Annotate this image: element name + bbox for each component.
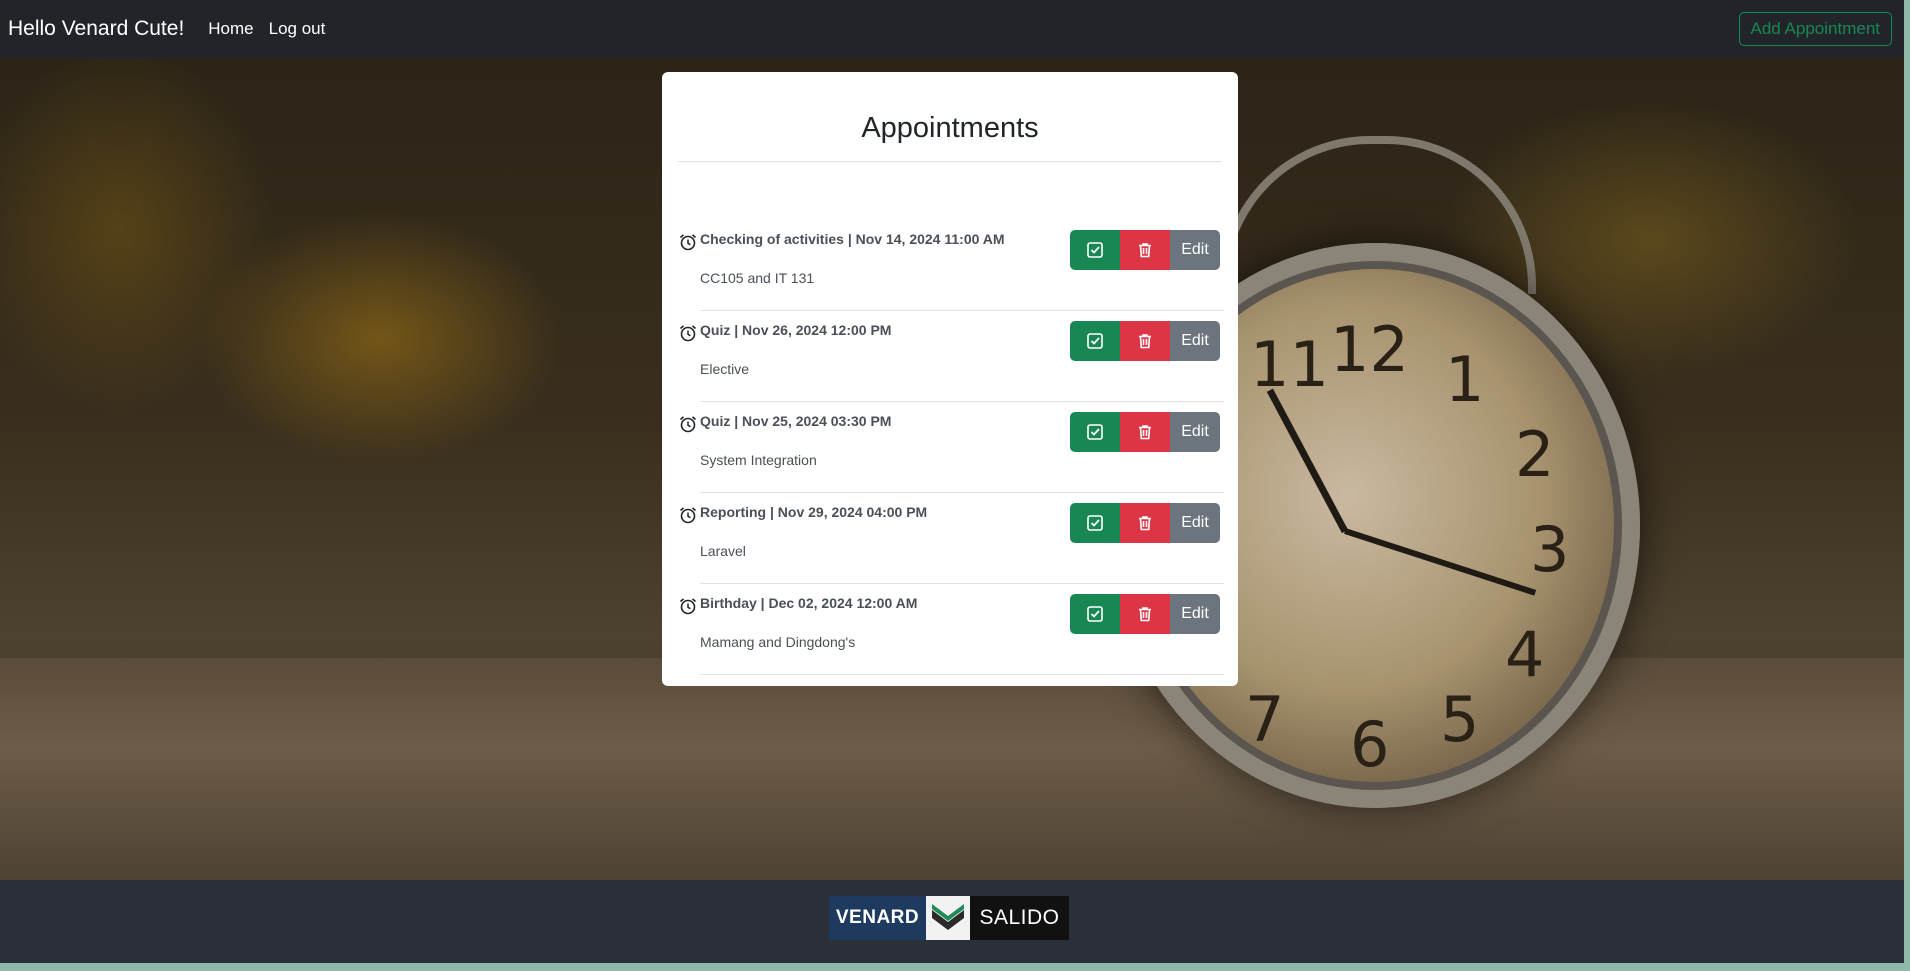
appointments-card: Appointments Checking of activities | No…: [662, 72, 1238, 686]
appointment-actions: Edit: [1070, 230, 1220, 270]
mark-done-button[interactable]: [1070, 503, 1120, 543]
item-divider: [700, 674, 1224, 675]
edit-button[interactable]: Edit: [1170, 503, 1220, 543]
appointment-heading: Reporting | Nov 29, 2024 04:00 PM: [700, 504, 928, 520]
nav-logout-link[interactable]: Log out: [269, 19, 326, 39]
delete-button[interactable]: [1120, 230, 1170, 270]
delete-button[interactable]: [1120, 321, 1170, 361]
appointment-heading: Checking of activities | Nov 14, 2024 11…: [700, 231, 1005, 247]
appointment-actions: Edit: [1070, 412, 1220, 452]
mark-done-button[interactable]: [1070, 321, 1120, 361]
page-title: Appointments: [861, 112, 1039, 144]
delete-button[interactable]: [1120, 594, 1170, 634]
appointment-description: Elective: [700, 361, 750, 377]
window-edge-bottom: [0, 963, 1910, 971]
appointment-actions: Edit: [1070, 321, 1220, 361]
appointment-description: CC105 and IT 131: [700, 270, 815, 286]
appointment-list: Checking of activities | Nov 14, 2024 11…: [678, 220, 1224, 675]
mark-done-button[interactable]: [1070, 594, 1120, 634]
appointment-heading: Quiz | Nov 26, 2024 12:00 PM: [700, 322, 892, 338]
chevron-logo: [926, 896, 970, 940]
alarm-clock-icon: [679, 234, 697, 251]
appointment-item: Quiz | Nov 26, 2024 12:00 PM Elective Ed…: [678, 311, 1224, 402]
appointment-item: Birthday | Dec 02, 2024 12:00 AM Mamang …: [678, 584, 1224, 675]
venard-logo: VENARD: [829, 896, 926, 940]
appointment-item: Checking of activities | Nov 14, 2024 11…: [678, 220, 1224, 311]
footer: VENARD SALIDO: [0, 880, 1904, 963]
trash-icon: [1139, 425, 1151, 440]
nav-home-link[interactable]: Home: [208, 19, 253, 39]
edit-button[interactable]: Edit: [1170, 321, 1220, 361]
edit-button[interactable]: Edit: [1170, 230, 1220, 270]
edit-button[interactable]: Edit: [1170, 412, 1220, 452]
appointment-item: Quiz | Nov 25, 2024 03:30 PM System Inte…: [678, 402, 1224, 493]
check-square-icon: [1087, 242, 1103, 258]
chevron-logo-icon: [929, 899, 967, 937]
add-appointment-button[interactable]: Add Appointment: [1738, 12, 1892, 46]
appointment-item: Reporting | Nov 29, 2024 04:00 PM Larave…: [678, 493, 1224, 584]
wooden-table: [0, 658, 1904, 880]
salido-logo: SALIDO: [970, 896, 1069, 940]
mark-done-button[interactable]: [1070, 412, 1120, 452]
alarm-clock-icon: [679, 507, 697, 524]
trash-icon: [1139, 516, 1151, 531]
app-window: Hello Venard Cute! Home Log out Add Appo…: [0, 0, 1904, 963]
mark-done-button[interactable]: [1070, 230, 1120, 270]
delete-button[interactable]: [1120, 412, 1170, 452]
appointment-description: System Integration: [700, 452, 817, 468]
appointment-description: Mamang and Dingdong's: [700, 634, 856, 650]
appointment-actions: Edit: [1070, 503, 1220, 543]
navbar: Hello Venard Cute! Home Log out Add Appo…: [0, 0, 1904, 58]
appointment-heading: Birthday | Dec 02, 2024 12:00 AM: [700, 595, 918, 611]
check-square-icon: [1087, 515, 1103, 531]
appointment-description: Laravel: [700, 543, 746, 559]
appointment-heading: Quiz | Nov 25, 2024 03:30 PM: [700, 413, 892, 429]
alarm-clock-icon: [679, 598, 697, 615]
window-edge: [1904, 0, 1910, 971]
alarm-clock-icon: [679, 416, 697, 433]
edit-button[interactable]: Edit: [1170, 594, 1220, 634]
footer-logos: VENARD SALIDO: [829, 896, 1069, 940]
check-square-icon: [1087, 424, 1103, 440]
title-divider: [678, 161, 1222, 162]
check-square-icon: [1087, 606, 1103, 622]
alarm-clock-icon: [679, 325, 697, 342]
trash-icon: [1139, 607, 1151, 622]
appointment-actions: Edit: [1070, 594, 1220, 634]
delete-button[interactable]: [1120, 503, 1170, 543]
brand-greeting[interactable]: Hello Venard Cute!: [8, 17, 184, 41]
trash-icon: [1139, 334, 1151, 349]
trash-icon: [1139, 243, 1151, 258]
check-square-icon: [1087, 333, 1103, 349]
